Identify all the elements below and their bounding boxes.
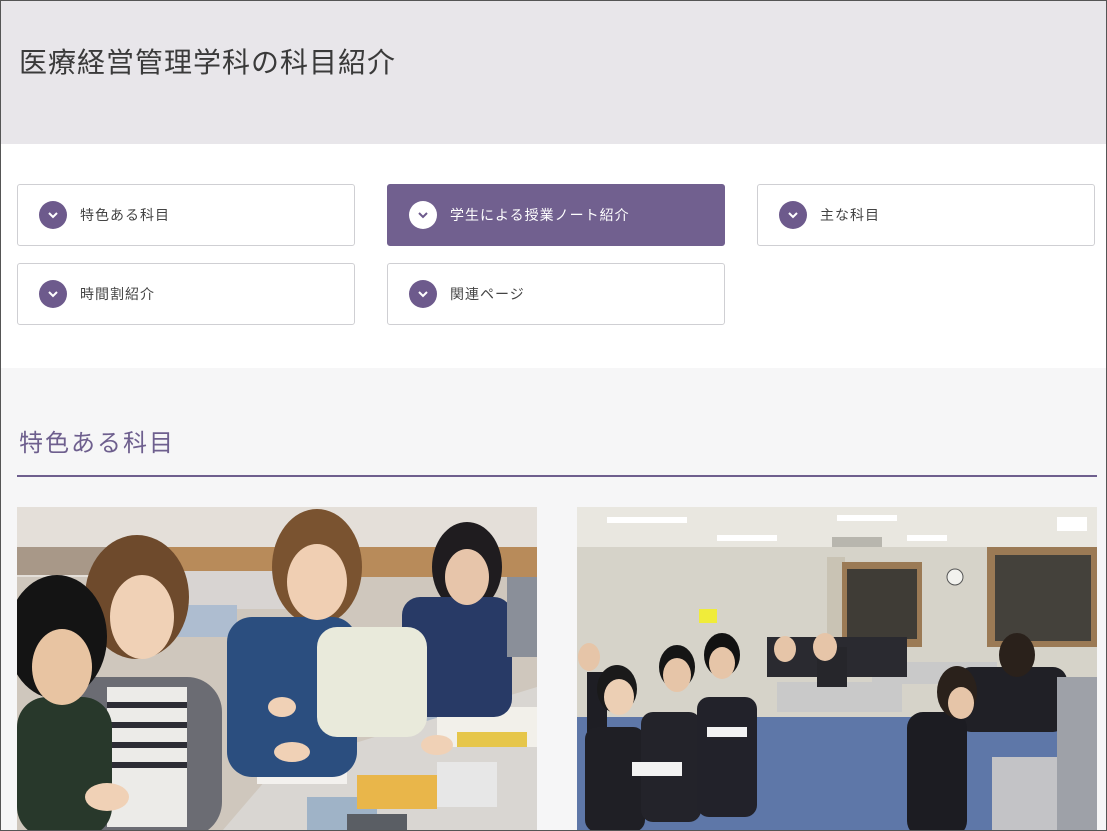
nav-button-timetable[interactable]: 時間割紹介 <box>17 263 355 325</box>
section-title: 特色ある科目 <box>19 429 175 457</box>
classroom-group-work-photo <box>17 507 537 830</box>
anchor-nav: 特色ある科目 学生による授業ノート紹介 主な科目 時間割紹介 関連ページ <box>1 144 1106 368</box>
nav-button-label: 時間割紹介 <box>80 287 155 303</box>
page-header: 医療経営管理学科の科目紹介 <box>1 1 1106 144</box>
chevron-down-icon <box>39 201 67 229</box>
chevron-down-icon <box>409 201 437 229</box>
section-divider <box>17 475 1097 477</box>
nav-button-student-notes[interactable]: 学生による授業ノート紹介 <box>387 184 725 246</box>
nav-button-label: 主な科目 <box>820 208 880 224</box>
interview-practice-photo <box>577 507 1097 830</box>
nav-button-label: 特色ある科目 <box>80 208 170 224</box>
page-frame: 医療経営管理学科の科目紹介 特色ある科目 学生による授業ノート紹介 主な科目 時… <box>0 0 1107 831</box>
nav-button-main-subjects[interactable]: 主な科目 <box>757 184 1095 246</box>
nav-button-featured-subjects[interactable]: 特色ある科目 <box>17 184 355 246</box>
page-title: 医療経営管理学科の科目紹介 <box>19 46 397 79</box>
chevron-down-icon <box>409 280 437 308</box>
nav-button-label: 学生による授業ノート紹介 <box>450 208 630 224</box>
featured-subjects-section: 特色ある科目 <box>1 368 1106 830</box>
chevron-down-icon <box>779 201 807 229</box>
nav-button-related-pages[interactable]: 関連ページ <box>387 263 725 325</box>
chevron-down-icon <box>39 280 67 308</box>
nav-button-label: 関連ページ <box>450 287 525 303</box>
